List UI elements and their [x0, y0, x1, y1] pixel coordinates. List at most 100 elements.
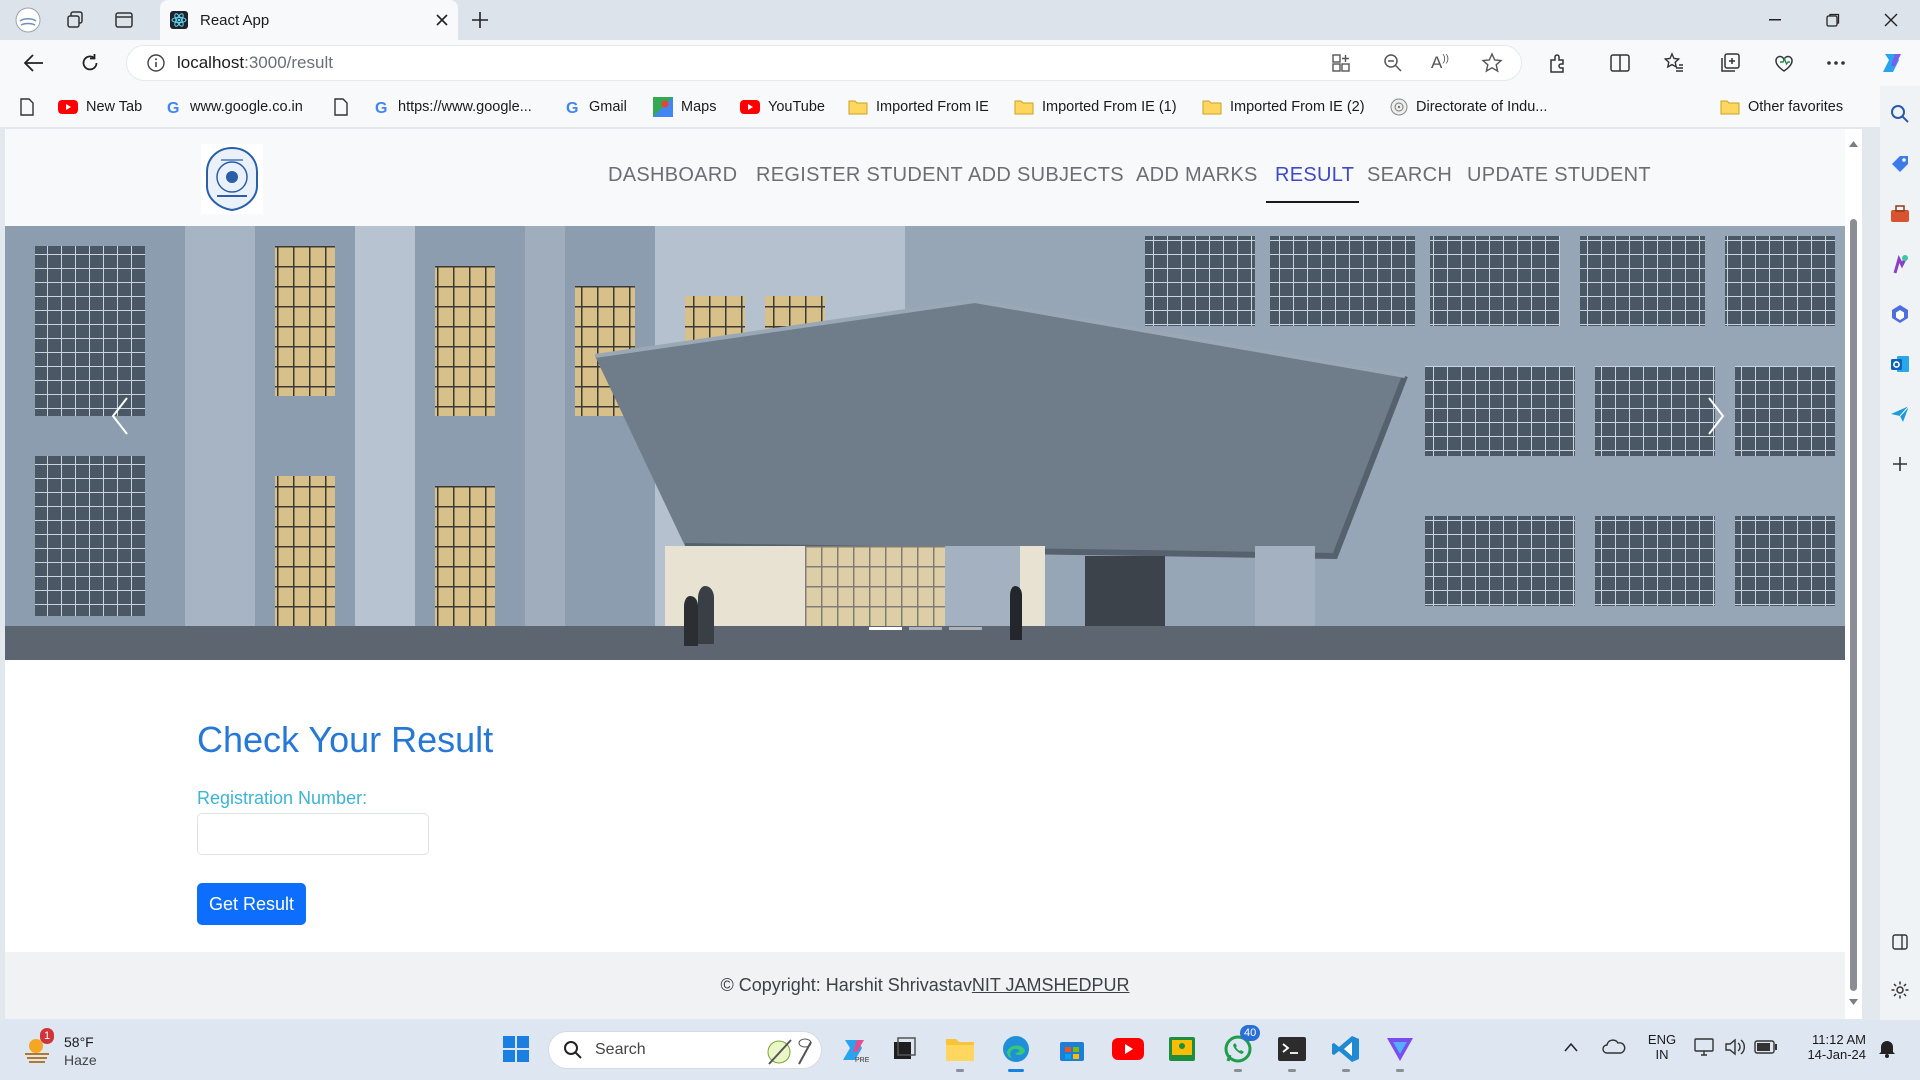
- active-nav-underline: [1266, 201, 1359, 203]
- result-form-section: Check Your Result Registration Number: G…: [5, 660, 1845, 925]
- restore-icon[interactable]: [1804, 0, 1862, 40]
- browser-tab[interactable]: React App: [160, 0, 458, 40]
- page-footer: © Copyright: Harshit Shrivastav NIT JAMSH…: [5, 952, 1845, 1019]
- favorite-folder-ie-1[interactable]: Imported From IE (1): [1014, 96, 1177, 118]
- react-icon: [170, 11, 188, 29]
- tag-icon[interactable]: [1888, 152, 1912, 176]
- svg-text:G: G: [167, 100, 179, 115]
- profile-avatar[interactable]: [10, 4, 46, 36]
- favorite-folder-ie[interactable]: Imported From IE: [848, 96, 989, 118]
- carousel-indicator-3[interactable]: [949, 627, 982, 630]
- new-tab-plus-icon[interactable]: [462, 4, 498, 36]
- folder-icon: [848, 99, 868, 115]
- settings-gear-icon[interactable]: [1888, 978, 1912, 1002]
- hide-sidebar-icon[interactable]: [1888, 930, 1912, 954]
- site-info-icon[interactable]: [147, 54, 165, 72]
- close-window-icon[interactable]: [1862, 0, 1920, 40]
- app-available-icon[interactable]: [1331, 53, 1351, 73]
- favorite-label: YouTube: [768, 99, 825, 115]
- copilot-icon[interactable]: [1874, 47, 1910, 79]
- volume-icon[interactable]: [1724, 1038, 1746, 1056]
- folder-icon: [1202, 99, 1222, 115]
- vertical-tabs-icon[interactable]: [106, 4, 142, 36]
- workspaces-icon[interactable]: [58, 4, 94, 36]
- taskbar-search-box[interactable]: Search: [548, 1031, 822, 1069]
- favorite-youtube[interactable]: YouTube: [740, 96, 825, 118]
- nav-register-student[interactable]: REGISTER STUDENT: [756, 164, 963, 187]
- nav-add-subjects[interactable]: ADD SUBJECTS: [968, 164, 1124, 187]
- nav-result[interactable]: RESULT: [1275, 164, 1354, 187]
- edge-browser-icon[interactable]: [996, 1029, 1036, 1072]
- collections-icon[interactable]: [1712, 47, 1748, 79]
- college-logo[interactable]: [201, 144, 263, 214]
- onedrive-icon[interactable]: [1602, 1038, 1626, 1054]
- close-tab-icon[interactable]: [436, 14, 448, 26]
- url-text[interactable]: localhost:3000/result: [177, 53, 333, 73]
- folder-icon: [1720, 99, 1740, 115]
- favorite-google-co-in[interactable]: Gwww.google.co.in: [166, 96, 303, 118]
- vscode-icon[interactable]: [1326, 1029, 1366, 1072]
- minimize-icon[interactable]: [1746, 0, 1804, 40]
- outlook-icon[interactable]: [1888, 352, 1912, 376]
- network-icon[interactable]: [1694, 1038, 1716, 1056]
- google-icon: G: [565, 99, 581, 115]
- language-indicator[interactable]: ENG IN: [1644, 1032, 1680, 1062]
- youtube-taskbar-icon[interactable]: [1108, 1029, 1148, 1069]
- microsoft-store-icon[interactable]: [1052, 1029, 1092, 1069]
- weather-widget[interactable]: 1 58°F Haze: [22, 1028, 132, 1072]
- favorite-google-search[interactable]: Ghttps://www.google...: [374, 96, 532, 118]
- address-bar[interactable]: localhost:3000/result A)): [126, 45, 1522, 81]
- favorite-maps[interactable]: Maps: [653, 96, 716, 118]
- footer-link[interactable]: NIT JAMSHEDPUR: [972, 975, 1130, 996]
- vpn-app-icon[interactable]: [1380, 1029, 1420, 1072]
- page-icon[interactable]: [20, 96, 34, 118]
- carousel-indicator-2[interactable]: [909, 627, 942, 630]
- search-icon[interactable]: [1888, 102, 1912, 126]
- favorite-folder-ie-2[interactable]: Imported From IE (2): [1202, 96, 1365, 118]
- microsoft-365-icon[interactable]: [1888, 302, 1912, 326]
- refresh-icon[interactable]: [72, 47, 108, 79]
- carousel-indicator-1[interactable]: [869, 627, 902, 630]
- task-view-icon[interactable]: [884, 1029, 924, 1069]
- favorite-gmail[interactable]: G Gmail: [565, 96, 627, 118]
- nav-dashboard[interactable]: DASHBOARD: [608, 164, 737, 187]
- battery-icon[interactable]: [1754, 1040, 1778, 1054]
- favorite-blank-page[interactable]: [334, 96, 356, 118]
- file-explorer-icon[interactable]: [940, 1029, 980, 1072]
- toolbox-icon[interactable]: [1888, 202, 1912, 226]
- send-icon[interactable]: [1888, 402, 1912, 426]
- nav-search[interactable]: SEARCH: [1367, 164, 1452, 187]
- favorite-label: Imported From IE (2): [1230, 99, 1365, 115]
- favorite-new-tab[interactable]: New Tab: [58, 96, 142, 118]
- nav-update-student[interactable]: UPDATE STUDENT: [1467, 164, 1651, 187]
- read-aloud-icon[interactable]: A)): [1431, 53, 1449, 73]
- games-icon[interactable]: [1888, 252, 1912, 276]
- get-result-button[interactable]: Get Result: [197, 883, 306, 925]
- show-hidden-icons-chevron-icon[interactable]: [1564, 1042, 1578, 1052]
- carousel-next-icon[interactable]: [1705, 396, 1727, 436]
- favorites-list-icon[interactable]: [1656, 47, 1692, 79]
- zoom-icon[interactable]: [1383, 53, 1403, 73]
- more-options-icon[interactable]: [1818, 47, 1854, 79]
- google-classroom-icon[interactable]: [1162, 1029, 1202, 1069]
- split-screen-icon[interactable]: [1602, 47, 1638, 79]
- page-scrollbar[interactable]: [1845, 129, 1862, 1019]
- browser-essentials-icon[interactable]: [1766, 47, 1802, 79]
- copilot-taskbar-icon[interactable]: PRE: [834, 1029, 874, 1069]
- terminal-icon[interactable]: [1272, 1029, 1312, 1072]
- folder-icon: [1014, 99, 1034, 115]
- carousel-prev-icon[interactable]: [109, 396, 131, 436]
- add-sidebar-app-icon[interactable]: [1888, 452, 1912, 476]
- start-button[interactable]: [496, 1029, 536, 1069]
- svg-text:G: G: [566, 100, 578, 115]
- clock[interactable]: 11:12 AM 14-Jan-24: [1796, 1032, 1866, 1062]
- registration-number-input[interactable]: [197, 813, 429, 855]
- other-favorites[interactable]: Other favorites: [1720, 96, 1843, 118]
- favorite-directorate[interactable]: Directorate of Indu...: [1390, 96, 1547, 118]
- back-arrow-icon[interactable]: [16, 47, 52, 79]
- favorite-star-icon[interactable]: [1481, 52, 1503, 74]
- extensions-icon[interactable]: [1540, 47, 1576, 79]
- nav-add-marks[interactable]: ADD MARKS: [1136, 164, 1258, 187]
- notification-bell-icon[interactable]: [1878, 1038, 1896, 1058]
- whatsapp-icon[interactable]: 40: [1218, 1025, 1261, 1072]
